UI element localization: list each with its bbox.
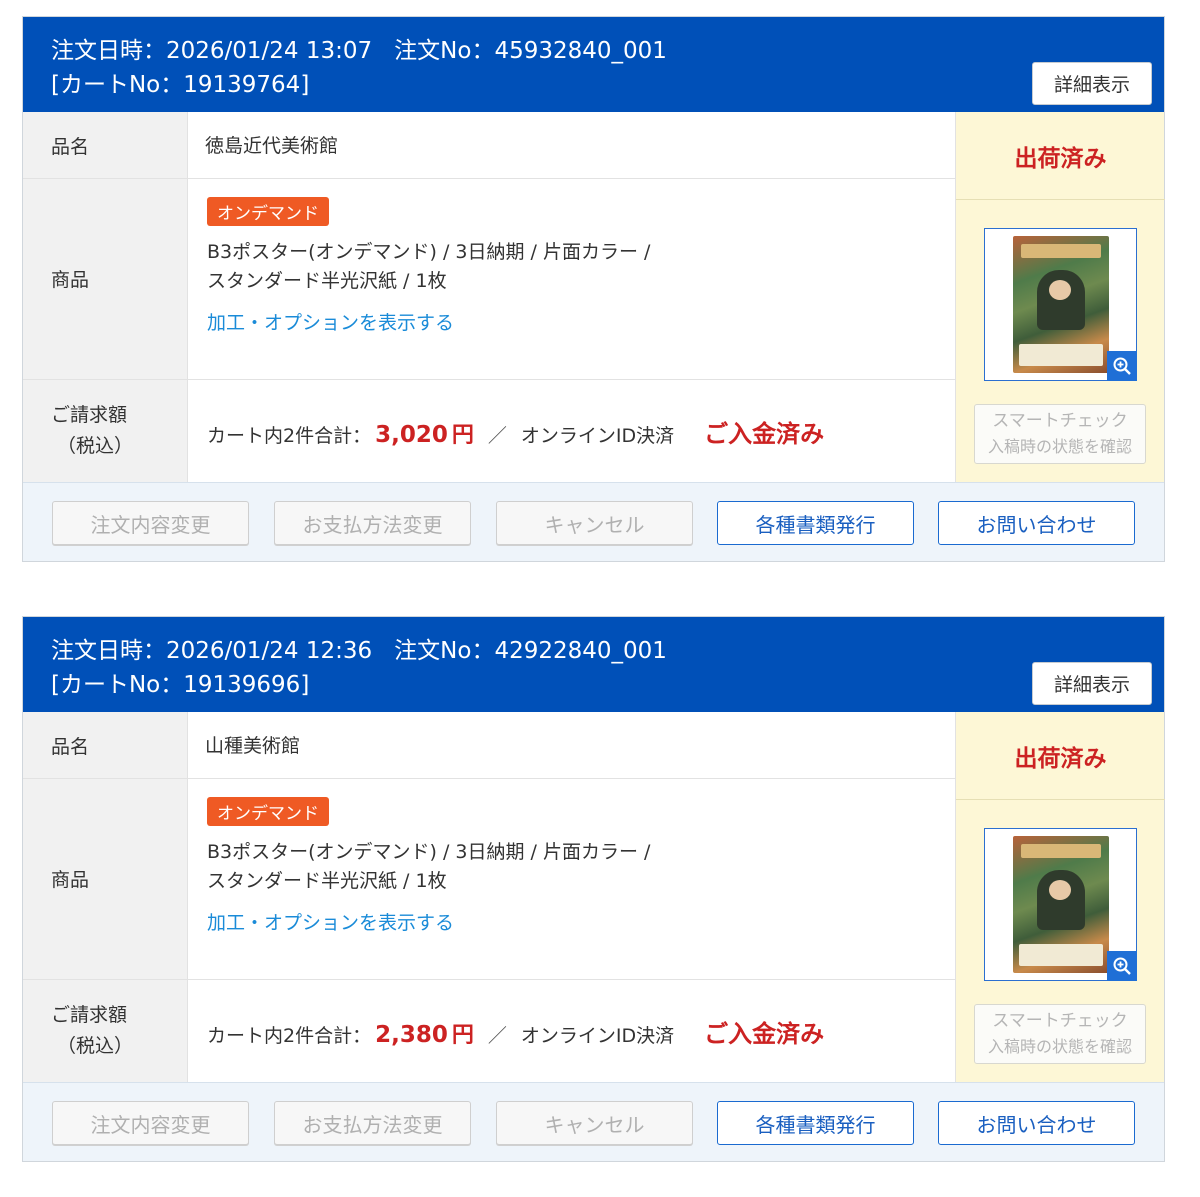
cart-number: [カートNo：19139764] [51, 72, 310, 98]
order-header-line1: 注文日時：2026/01/24 12:36 注文No：42922840_001 [51, 631, 667, 665]
order-header-line1: 注文日時：2026/01/24 13:07 注文No：45932840_001 [51, 31, 667, 65]
order-number: 45932840_001 [494, 38, 667, 64]
order-card: 注文日時：2026/01/24 12:36 注文No：42922840_001 [… [22, 616, 1165, 1162]
order-number: 42922840_001 [494, 638, 667, 664]
contact-button[interactable]: お問い合わせ [938, 501, 1135, 545]
order-date: 2026/01/24 13:07 [166, 38, 373, 64]
order-date-label: 注文日時： [51, 638, 166, 664]
amount-line: カート内2件合計： 2,380 円 ／ オンラインID決済 ご入金済み [207, 1014, 824, 1049]
change-order-button[interactable]: 注文内容変更 [52, 1101, 249, 1145]
payment-status: ご入金済み [704, 1020, 825, 1048]
order-number-label: 注文No： [394, 638, 495, 664]
amount-prefix: カート内2件合計： [207, 1025, 372, 1047]
product-label-cell: 商品 [23, 179, 188, 379]
smart-check-button[interactable]: スマートチェック 入稿時の状態を確認 [974, 404, 1146, 464]
change-payment-button[interactable]: お支払方法変更 [274, 501, 471, 545]
order-header: 注文日時：2026/01/24 12:36 注文No：42922840_001 [… [23, 617, 1164, 712]
poster-image [1013, 236, 1109, 373]
amount-separator: ／ [487, 425, 507, 447]
payment-method: オンラインID決済 [520, 1025, 675, 1047]
amount-line: カート内2件合計： 3,020 円 ／ オンラインID決済 ご入金済み [207, 414, 824, 449]
amount-value: 3,020 [375, 422, 448, 448]
zoom-in-icon[interactable] [1107, 951, 1137, 981]
payment-status: ご入金済み [704, 420, 825, 448]
name-label: 品名 [51, 736, 90, 758]
order-card: 注文日時：2026/01/24 13:07 注文No：45932840_001 [… [22, 16, 1165, 562]
poster-thumbnail[interactable] [984, 228, 1137, 381]
product-spec-line2: スタンダード半光沢紙 / 1枚 [207, 870, 447, 892]
name-value-cell: 徳島近代美術館 [188, 112, 955, 178]
order-header: 注文日時：2026/01/24 13:07 注文No：45932840_001 [… [23, 17, 1164, 112]
product-spec-line1: B3ポスター(オンデマンド) / 3日納期 / 片面カラー / [207, 241, 651, 263]
amount-currency: 円 [451, 423, 474, 448]
name-label-cell: 品名 [23, 712, 188, 778]
options-link[interactable]: 加工・オプションを表示する [207, 308, 454, 335]
product-label-cell: 商品 [23, 779, 188, 979]
poster-image [1013, 836, 1109, 973]
change-payment-button[interactable]: お支払方法変更 [274, 1101, 471, 1145]
smart-check-button[interactable]: スマートチェック 入稿時の状態を確認 [974, 1004, 1146, 1064]
name-value-cell: 山種美術館 [188, 712, 955, 778]
smart-check-subtitle: 入稿時の状態を確認 [987, 1037, 1132, 1056]
product-cell: オンデマンド B3ポスター(オンデマンド) / 3日納期 / 片面カラー / ス… [188, 179, 955, 379]
zoom-in-icon[interactable] [1107, 351, 1137, 381]
detail-button[interactable]: 詳細表示 [1032, 662, 1152, 705]
amount-separator: ／ [487, 1025, 507, 1047]
amount-label: ご請求額 [51, 404, 128, 426]
cancel-button[interactable]: キャンセル [496, 1101, 693, 1145]
product-name: 徳島近代美術館 [205, 135, 339, 157]
name-label-cell: 品名 [23, 112, 188, 178]
amount-label-cell: ご請求額 （税込） [23, 980, 188, 1082]
amount-cell: カート内2件合計： 2,380 円 ／ オンラインID決済 ご入金済み [188, 980, 955, 1082]
product-cell: オンデマンド B3ポスター(オンデマンド) / 3日納期 / 片面カラー / ス… [188, 779, 955, 979]
amount-label-cell: ご請求額 （税込） [23, 380, 188, 482]
amount-tax-label: （税込） [57, 1035, 134, 1057]
product-spec-line1: B3ポスター(オンデマンド) / 3日納期 / 片面カラー / [207, 841, 651, 863]
issue-documents-button[interactable]: 各種書類発行 [717, 501, 914, 545]
shipping-status: 出荷済み [956, 712, 1165, 800]
amount-prefix: カート内2件合計： [207, 425, 372, 447]
order-date-label: 注文日時： [51, 38, 166, 64]
amount-label: ご請求額 [51, 1004, 128, 1026]
cart-number: [カートNo：19139696] [51, 672, 310, 698]
cancel-button[interactable]: キャンセル [496, 501, 693, 545]
payment-method: オンラインID決済 [520, 425, 675, 447]
product-label: 商品 [51, 269, 90, 291]
product-label: 商品 [51, 869, 90, 891]
options-link[interactable]: 加工・オプションを表示する [207, 908, 454, 935]
status-panel: 出荷済み スマートチェック 入稿時の状態を確認 [955, 112, 1165, 482]
action-bar: 注文内容変更 お支払方法変更 キャンセル 各種書類発行 お問い合わせ [23, 482, 1164, 561]
smart-check-title: スマートチェック [992, 411, 1128, 431]
product-spec-line2: スタンダード半光沢紙 / 1枚 [207, 270, 447, 292]
amount-tax-label: （税込） [57, 435, 134, 457]
ondemand-badge: オンデマンド [207, 197, 329, 226]
order-date: 2026/01/24 12:36 [166, 638, 373, 664]
shipping-status: 出荷済み [956, 112, 1165, 200]
order-number-label: 注文No： [394, 38, 495, 64]
amount-cell: カート内2件合計： 3,020 円 ／ オンラインID決済 ご入金済み [188, 380, 955, 482]
name-label: 品名 [51, 136, 90, 158]
amount-value: 2,380 [375, 1022, 448, 1048]
change-order-button[interactable]: 注文内容変更 [52, 501, 249, 545]
smart-check-title: スマートチェック [992, 1011, 1128, 1031]
ondemand-badge: オンデマンド [207, 797, 329, 826]
action-bar: 注文内容変更 お支払方法変更 キャンセル 各種書類発行 お問い合わせ [23, 1082, 1164, 1161]
smart-check-subtitle: 入稿時の状態を確認 [987, 437, 1132, 456]
detail-button[interactable]: 詳細表示 [1032, 62, 1152, 105]
status-panel: 出荷済み スマートチェック 入稿時の状態を確認 [955, 712, 1165, 1082]
issue-documents-button[interactable]: 各種書類発行 [717, 1101, 914, 1145]
amount-currency: 円 [451, 1023, 474, 1048]
contact-button[interactable]: お問い合わせ [938, 1101, 1135, 1145]
poster-thumbnail[interactable] [984, 828, 1137, 981]
product-name: 山種美術館 [205, 735, 301, 757]
